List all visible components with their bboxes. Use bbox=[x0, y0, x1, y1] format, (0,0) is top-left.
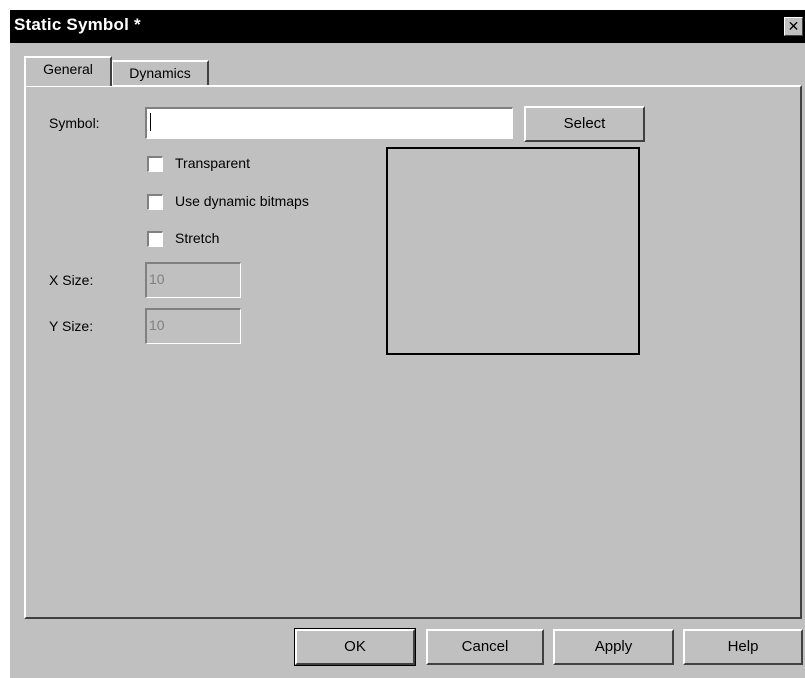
transparent-checkbox[interactable] bbox=[147, 156, 163, 172]
y-size-input[interactable]: 10 bbox=[145, 308, 241, 344]
title-bar: Static Symbol * ✕ bbox=[10, 10, 805, 43]
tab-general-label: General bbox=[43, 61, 93, 77]
apply-button[interactable]: Apply bbox=[553, 629, 674, 665]
tab-dynamics[interactable]: Dynamics bbox=[111, 60, 209, 86]
transparent-label: Transparent bbox=[175, 155, 250, 171]
static-symbol-dialog: Static Symbol * ✕ General Dynamics Symbo… bbox=[10, 10, 805, 678]
close-icon[interactable]: ✕ bbox=[784, 17, 803, 36]
stretch-label: Stretch bbox=[175, 230, 220, 246]
help-button[interactable]: Help bbox=[683, 629, 803, 665]
select-button[interactable]: Select bbox=[524, 106, 645, 142]
stretch-checkbox[interactable] bbox=[147, 231, 163, 247]
use-dynamic-bitmaps-checkbox[interactable] bbox=[147, 194, 163, 210]
symbol-input[interactable] bbox=[145, 107, 513, 139]
tab-general[interactable]: General bbox=[24, 56, 112, 86]
cancel-button[interactable]: Cancel bbox=[426, 629, 544, 665]
symbol-preview bbox=[386, 147, 640, 355]
x-size-input[interactable]: 10 bbox=[145, 262, 241, 298]
ok-button[interactable]: OK bbox=[294, 628, 416, 666]
use-dynamic-bitmaps-label: Use dynamic bitmaps bbox=[175, 193, 309, 209]
text-caret bbox=[150, 113, 151, 131]
window-title: Static Symbol * bbox=[14, 15, 141, 34]
tab-dynamics-label: Dynamics bbox=[129, 65, 191, 81]
symbol-label: Symbol: bbox=[49, 115, 100, 131]
y-size-label: Y Size: bbox=[49, 318, 94, 334]
x-size-label: X Size: bbox=[49, 272, 94, 288]
